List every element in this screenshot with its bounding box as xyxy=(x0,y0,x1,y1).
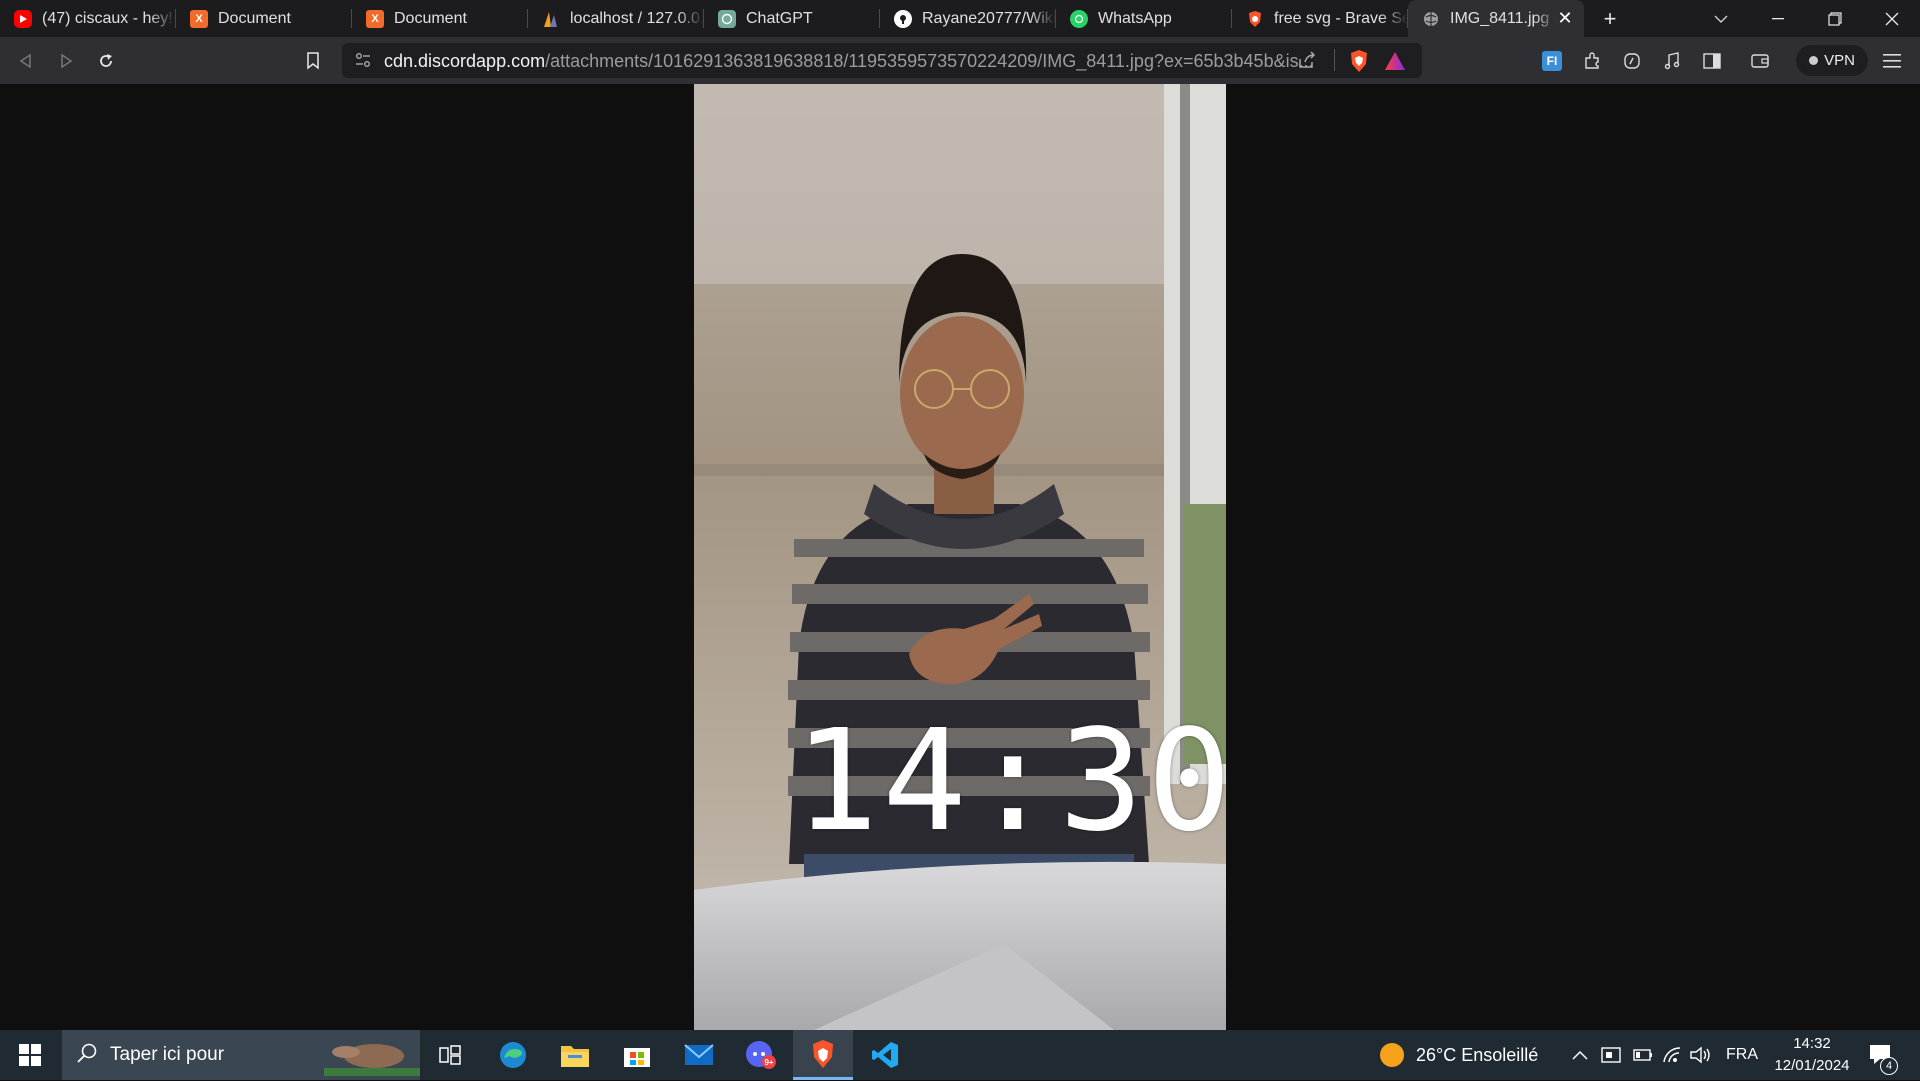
url-text[interactable]: cdn.discordapp.com/attachments/101629136… xyxy=(384,51,1314,72)
tab-phpmyadmin[interactable]: localhost / 127.0.0.1 xyxy=(528,0,704,37)
clock-time: 14:32 xyxy=(1793,1035,1831,1052)
xampp-icon: X xyxy=(190,9,208,28)
vscode-icon[interactable] xyxy=(855,1030,915,1080)
tab-chatgpt[interactable]: ChatGPT xyxy=(704,0,880,37)
tab-document-2[interactable]: X Document xyxy=(352,0,528,37)
volume-icon[interactable] xyxy=(1690,1030,1712,1080)
extension-fi-icon[interactable]: FI xyxy=(1536,45,1568,77)
file-explorer-icon[interactable] xyxy=(545,1030,605,1080)
close-tab-icon[interactable]: ✕ xyxy=(1556,8,1574,29)
discord-icon[interactable]: 9+ xyxy=(731,1030,791,1080)
globe-icon xyxy=(1422,10,1440,28)
tab-img-active[interactable]: IMG_8411.jpg ( ✕ xyxy=(1408,0,1584,37)
tab-title: Rayane20777/Wiki- xyxy=(922,9,1056,27)
edge-icon[interactable] xyxy=(483,1030,543,1080)
task-view-icon[interactable] xyxy=(420,1030,480,1080)
show-hidden-icons-chevron-icon[interactable] xyxy=(1572,1030,1588,1080)
site-settings-icon[interactable] xyxy=(354,51,372,74)
close-window-button[interactable] xyxy=(1863,0,1920,37)
windows-start-icon[interactable] xyxy=(0,1030,60,1080)
leo-ai-icon[interactable] xyxy=(1616,45,1648,77)
phpmyadmin-icon xyxy=(542,10,560,28)
minimize-button[interactable] xyxy=(1749,0,1806,37)
tab-title: localhost / 127.0.0.1 xyxy=(570,9,704,27)
youtube-icon xyxy=(14,9,32,28)
restore-button[interactable] xyxy=(1806,0,1863,37)
svg-text:9+: 9+ xyxy=(764,1058,773,1067)
notification-count-badge: 4 xyxy=(1880,1057,1898,1075)
bookmark-icon[interactable] xyxy=(297,45,329,77)
menu-hamburger-icon[interactable] xyxy=(1876,45,1908,77)
xampp-icon: X xyxy=(366,9,384,28)
whatsapp-icon xyxy=(1070,9,1088,28)
chatgpt-icon xyxy=(718,9,736,28)
photo[interactable]: 14:30 xyxy=(694,84,1226,1030)
search-icon xyxy=(76,1042,98,1069)
image-viewer: 14:30 xyxy=(0,84,1920,1030)
address-divider xyxy=(1334,49,1335,71)
vpn-button[interactable]: VPN xyxy=(1796,45,1868,76)
tab-github[interactable]: Rayane20777/Wiki- xyxy=(880,0,1056,37)
language-indicator[interactable]: FRA xyxy=(1726,1030,1758,1080)
taskbar-search-box[interactable]: Taper ici pour xyxy=(62,1030,420,1080)
brave-rewards-icon[interactable] xyxy=(1384,51,1406,76)
sidebar-toggle-icon[interactable] xyxy=(1696,45,1728,77)
microsoft-store-icon[interactable] xyxy=(607,1030,667,1080)
vpn-label: VPN xyxy=(1824,52,1855,69)
url-path: /attachments/1016291363819638818/1195359… xyxy=(545,51,1314,71)
notifications-icon[interactable]: 4 xyxy=(1868,1030,1898,1080)
wifi-icon[interactable] xyxy=(1662,1030,1682,1080)
tab-title: (47) ciscaux - hey! h xyxy=(42,9,176,27)
back-button[interactable] xyxy=(10,45,42,77)
tab-document-1[interactable]: X Document xyxy=(176,0,352,37)
wallet-icon[interactable] xyxy=(1744,45,1776,77)
tab-title: IMG_8411.jpg ( xyxy=(1450,9,1556,27)
new-tab-button[interactable]: + xyxy=(1590,0,1630,37)
meet-now-icon[interactable] xyxy=(1601,1030,1621,1080)
tab-bar-spacer xyxy=(1630,0,1692,37)
tab-title: WhatsApp xyxy=(1098,9,1172,27)
url-host: cdn.discordapp.com xyxy=(384,51,546,71)
vpn-status-icon xyxy=(1809,56,1819,65)
brave-shields-icon[interactable] xyxy=(1348,49,1370,78)
weather-text: 26°C Ensoleillé xyxy=(1416,1044,1539,1065)
mail-icon[interactable] xyxy=(669,1030,729,1080)
tab-title: free svg - Brave Sea xyxy=(1274,9,1408,27)
weather-widget[interactable]: 26°C Ensoleillé xyxy=(1380,1030,1538,1080)
brave-browser-icon[interactable] xyxy=(793,1030,853,1080)
tab-brave-search[interactable]: free svg - Brave Sea xyxy=(1232,0,1408,37)
tab-whatsapp[interactable]: WhatsApp xyxy=(1056,0,1232,37)
brave-search-icon xyxy=(1246,10,1264,28)
tab-title: Document xyxy=(218,9,291,27)
media-music-icon[interactable] xyxy=(1656,45,1688,77)
reload-button[interactable] xyxy=(90,45,122,77)
forward-button[interactable] xyxy=(50,45,82,77)
navigation-bar: cdn.discordapp.com/attachments/101629136… xyxy=(0,37,1920,84)
extensions-puzzle-icon[interactable] xyxy=(1576,45,1608,77)
snapchat-time-overlay: 14:30 xyxy=(794,700,1226,863)
search-placeholder: Taper ici pour xyxy=(110,1044,225,1065)
search-highlight-platypus-icon xyxy=(324,1034,420,1081)
photo-illustration xyxy=(694,84,1226,1030)
sun-icon xyxy=(1380,1043,1404,1067)
tab-title: ChatGPT xyxy=(746,9,813,27)
github-icon xyxy=(894,9,912,28)
clock[interactable]: 14:32 12/01/2024 xyxy=(1764,1030,1860,1080)
tab-youtube[interactable]: (47) ciscaux - hey! h xyxy=(0,0,176,37)
address-bar[interactable]: cdn.discordapp.com/attachments/101629136… xyxy=(342,43,1422,78)
tab-list-chevron-icon[interactable] xyxy=(1692,0,1749,37)
clock-date: 12/01/2024 xyxy=(1774,1057,1850,1074)
windows-taskbar: Taper ici pour 9+ 26°C Ensoleillé FRA 14… xyxy=(0,1030,1920,1080)
tab-title: Document xyxy=(394,9,467,27)
tab-bar: (47) ciscaux - hey! h X Document X Docum… xyxy=(0,0,1920,37)
battery-icon[interactable] xyxy=(1633,1030,1653,1080)
share-icon[interactable] xyxy=(1297,51,1317,74)
